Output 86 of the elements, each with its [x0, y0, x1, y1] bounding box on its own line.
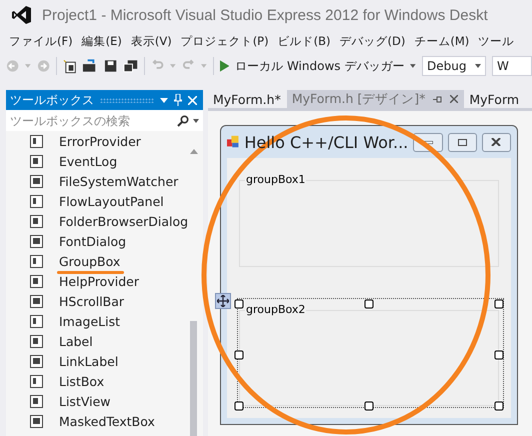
window-title: Project1 - Microsoft Visual Studio Express 2012 for Windows Deskt [42, 6, 488, 24]
resize-handle[interactable] [494, 402, 504, 410]
toolbox-item[interactable]: HelpProvider [59, 274, 139, 288]
toolbox-item[interactable]: LinkLabel [59, 354, 118, 368]
maximize-button[interactable] [448, 132, 477, 152]
move-icon [217, 295, 229, 307]
panel-title: ツールボックス [10, 92, 94, 108]
component-icon [30, 354, 43, 368]
move-handle[interactable] [215, 293, 231, 309]
toolbox-item[interactable]: Label [59, 334, 93, 348]
menu-item[interactable]: チーム(M) [411, 34, 476, 48]
menu-item[interactable]: 編集(E) [78, 34, 128, 48]
caret-icon [25, 64, 31, 68]
toolbox-item[interactable]: EventLog [59, 154, 118, 168]
menu-item[interactable]: ファイル(F) [6, 34, 79, 48]
resize-handle[interactable] [494, 350, 504, 360]
toolbox-item[interactable]: FlowLayoutPanel [59, 194, 164, 208]
search-icon [177, 114, 189, 126]
caret-icon [410, 64, 416, 68]
toolbox-item[interactable]: ImageList [59, 314, 120, 328]
menu-item[interactable]: 表示(V) [128, 34, 178, 48]
toolbox-item[interactable]: ListBox [59, 374, 104, 388]
save-icon [104, 59, 117, 73]
form-icon [227, 135, 240, 149]
component-icon [30, 154, 43, 168]
component-icon [30, 394, 43, 408]
close-icon [188, 96, 197, 104]
menu-item[interactable]: ツール [475, 34, 520, 48]
new-project-icon [63, 58, 76, 74]
caret-icon [193, 118, 199, 122]
menu-item[interactable]: ビルド(B) [274, 34, 336, 48]
component-icon [30, 134, 43, 148]
toolbox-item[interactable]: HScrollBar [59, 294, 124, 308]
resize-handle[interactable] [494, 300, 504, 308]
close-icon [450, 95, 458, 103]
caret-icon [170, 64, 176, 68]
toolbox-item[interactable]: FolderBrowserDialog [59, 214, 188, 228]
component-icon [30, 294, 43, 308]
caret-icon [201, 64, 207, 68]
component-icon [30, 234, 43, 248]
document-tab[interactable]: MyForm.h* [208, 90, 287, 108]
component-icon [30, 314, 43, 328]
menu-item[interactable]: プロジェクト(P) [178, 34, 275, 48]
resize-handle[interactable] [364, 402, 374, 410]
search-field[interactable]: ツールボックスの検索 [6, 110, 203, 131]
group-box-label: groupBox2 [245, 304, 306, 316]
debugger-button[interactable]: ローカル Windows デバッガー [235, 58, 404, 74]
toolbox-item[interactable]: GroupBox [59, 254, 120, 268]
group-box-label: groupBox1 [245, 174, 306, 186]
configuration-dropdown[interactable]: Debug [422, 56, 486, 76]
component-icon [30, 214, 43, 228]
caret-icon [160, 98, 168, 102]
component-icon [30, 414, 43, 428]
open-icon [82, 59, 98, 73]
resize-handle[interactable] [234, 300, 244, 308]
resize-handle[interactable] [364, 300, 374, 308]
resize-handle[interactable] [234, 402, 244, 410]
toolbox-item[interactable]: FileSystemWatcher [59, 174, 178, 188]
component-icon [30, 274, 43, 288]
resize-handle[interactable] [234, 350, 244, 360]
menu-item[interactable]: デバッグ(D) [336, 34, 412, 48]
document-tab[interactable]: MyForm [464, 90, 526, 108]
scroll-up-icon [190, 149, 198, 154]
logo-icon [12, 5, 32, 25]
component-icon [30, 174, 43, 188]
toolbox-item[interactable]: MaskedTextBox [59, 414, 155, 428]
pin-icon [174, 94, 182, 106]
toolbox-item[interactable]: ErrorProvider [59, 134, 141, 148]
pin-icon [433, 96, 442, 102]
save-all-icon [122, 59, 138, 73]
scrollbar-thumb[interactable] [190, 321, 197, 436]
component-icon [30, 334, 43, 348]
minimize-icon [422, 140, 433, 144]
component-icon [30, 194, 43, 208]
play-icon [220, 60, 230, 72]
maximize-icon [458, 138, 467, 146]
component-icon [30, 374, 43, 388]
toolbox-item[interactable]: ListView [59, 394, 111, 408]
toolbox-item[interactable]: FontDialog [59, 234, 126, 248]
close-icon [491, 138, 502, 146]
component-icon [30, 254, 43, 268]
caret-icon [475, 64, 481, 68]
platform-dropdown[interactable]: W [492, 56, 532, 76]
forward-icon [36, 59, 50, 73]
back-icon [6, 59, 20, 73]
close-button[interactable] [482, 132, 512, 152]
